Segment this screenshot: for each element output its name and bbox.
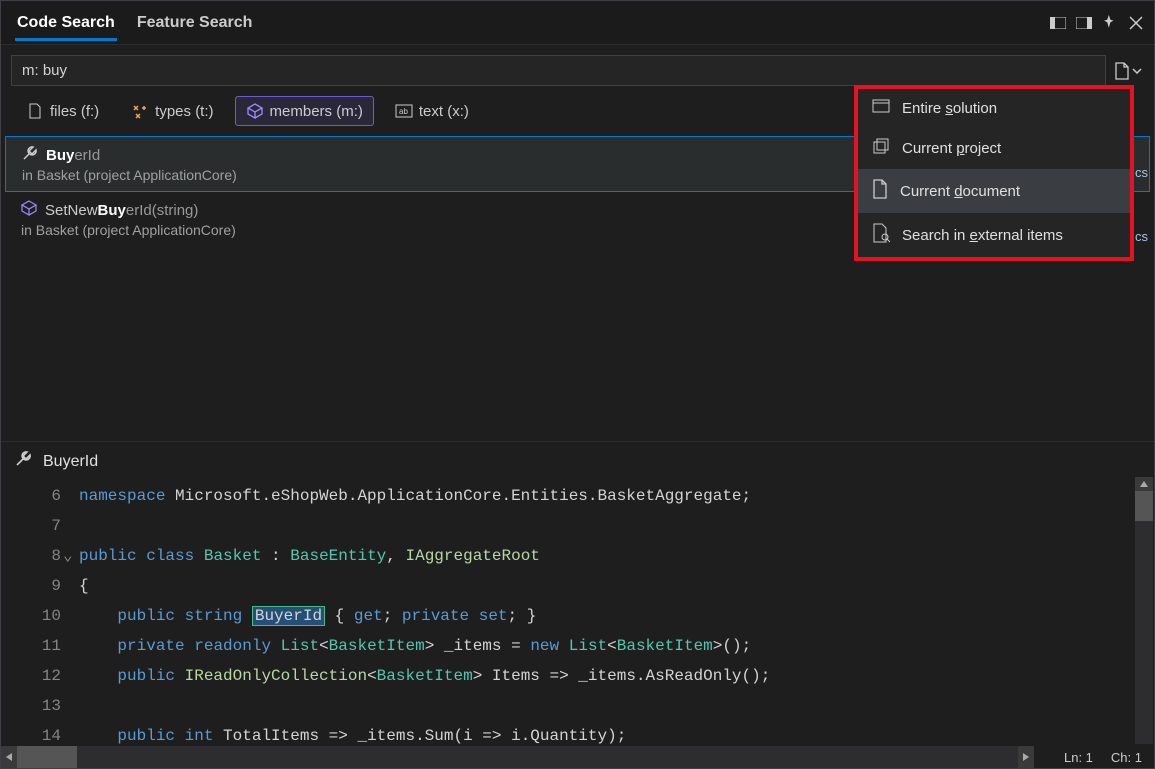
chevron-down-icon xyxy=(1132,68,1142,74)
pin-icon[interactable] xyxy=(1100,13,1120,33)
wrench-icon xyxy=(22,145,38,165)
vertical-scrollbar[interactable] xyxy=(1135,477,1153,744)
horizontal-scrollbar[interactable] xyxy=(1,746,1034,768)
cube-icon xyxy=(21,200,37,220)
status-bar: Ln: 1 Ch: 1 xyxy=(1052,746,1154,768)
scope-current-document[interactable]: Current document xyxy=(858,169,1130,213)
filter-types[interactable]: types (t:) xyxy=(120,96,224,126)
filter-members[interactable]: members (m:) xyxy=(235,96,374,126)
file-badge: cs xyxy=(1135,165,1148,180)
dock-right-icon[interactable] xyxy=(1074,13,1094,33)
scope-menu: Entire solution Current project Current … xyxy=(854,85,1134,261)
title-bar: Code Search Feature Search xyxy=(1,1,1154,45)
status-line: Ln: 1 xyxy=(1064,750,1093,765)
wrench-icon xyxy=(15,450,33,473)
tab-code-search[interactable]: Code Search xyxy=(15,4,117,41)
filter-text-label: text (x:) xyxy=(419,103,469,120)
status-char: Ch: 1 xyxy=(1111,750,1142,765)
file-badge: cs xyxy=(1135,229,1148,244)
document-icon xyxy=(1114,62,1130,80)
preview-title: BuyerId xyxy=(43,453,98,471)
scrollbar-thumb[interactable] xyxy=(1135,491,1153,521)
scroll-right-arrow[interactable] xyxy=(1018,746,1034,768)
svg-text:ab: ab xyxy=(399,107,408,116)
code-editor[interactable]: 67891011121314 namespace Microsoft.eShop… xyxy=(1,481,1154,744)
scope-dropdown-button[interactable] xyxy=(1112,58,1144,84)
search-mode-tabs: Code Search Feature Search xyxy=(9,4,254,41)
scroll-left-arrow[interactable] xyxy=(1,746,17,768)
dock-left-icon[interactable] xyxy=(1048,13,1068,33)
text-icon: ab xyxy=(395,102,413,120)
filter-types-label: types (t:) xyxy=(155,103,213,120)
result-title: BuyerId xyxy=(46,147,100,164)
scope-label: Current project xyxy=(902,140,1001,157)
window-controls xyxy=(1048,13,1146,33)
scope-entire-solution[interactable]: Entire solution xyxy=(858,89,1130,127)
filter-files[interactable]: files (f:) xyxy=(15,96,110,126)
result-title: SetNewBuyerId(string) xyxy=(45,202,198,219)
preview-pane: BuyerId 67891011121314 namespace Microso… xyxy=(1,441,1154,744)
preview-header: BuyerId xyxy=(1,442,1154,481)
close-icon[interactable] xyxy=(1126,13,1146,33)
filter-files-label: files (f:) xyxy=(50,103,99,120)
document-search-icon xyxy=(872,223,890,247)
scrollbar-thumb[interactable] xyxy=(17,746,77,768)
tab-feature-search[interactable]: Feature Search xyxy=(135,4,255,41)
scope-label: Entire solution xyxy=(902,100,997,117)
stack-icon xyxy=(872,137,890,159)
types-icon xyxy=(131,102,149,120)
file-icon xyxy=(26,102,44,120)
cube-icon xyxy=(246,102,264,120)
scope-label: Search in external items xyxy=(902,227,1063,244)
filter-members-label: members (m:) xyxy=(270,103,363,120)
code-content[interactable]: namespace Microsoft.eShopWeb.Application… xyxy=(79,481,1154,744)
scroll-up-arrow[interactable] xyxy=(1135,477,1153,491)
line-gutter: 67891011121314 xyxy=(1,481,79,744)
scope-current-project[interactable]: Current project xyxy=(858,127,1130,169)
search-input[interactable] xyxy=(11,55,1106,86)
window-icon xyxy=(872,99,890,117)
filter-text[interactable]: ab text (x:) xyxy=(384,96,480,126)
scope-external-items[interactable]: Search in external items xyxy=(858,213,1130,257)
document-icon xyxy=(872,179,888,203)
scope-label: Current document xyxy=(900,183,1020,200)
